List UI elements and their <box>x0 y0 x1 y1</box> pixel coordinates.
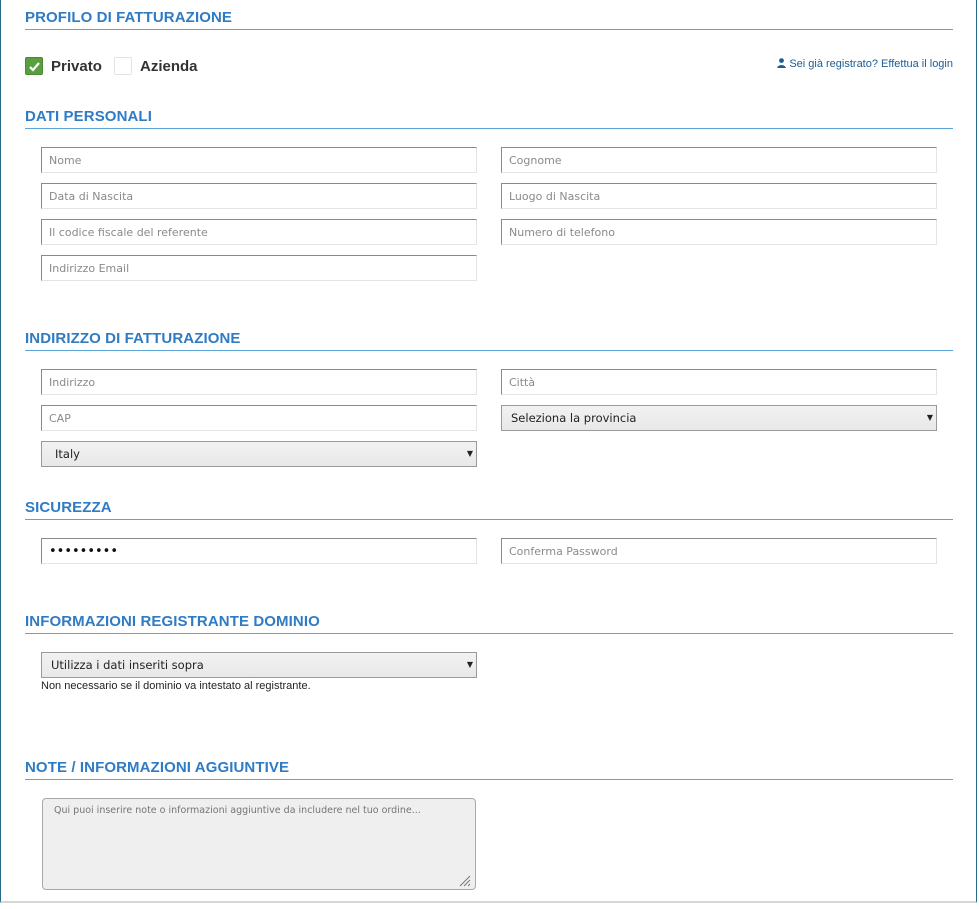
phone-input[interactable] <box>501 219 937 245</box>
birthplace-input[interactable] <box>501 183 937 209</box>
city-input[interactable] <box>501 369 937 395</box>
street-input[interactable] <box>41 369 477 395</box>
login-link[interactable]: Sei già registrato? Effettua il login <box>777 58 953 70</box>
section-title-security: SICUREZZA <box>25 499 953 520</box>
section-title-personal-data: DATI PERSONALI <box>25 108 953 129</box>
notes-textarea[interactable] <box>42 798 476 890</box>
section-title-notes: NOTE / INFORMAZIONI AGGIUNTIVE <box>25 759 953 780</box>
checkmark-icon <box>29 62 40 72</box>
country-select[interactable]: Italy ▼ <box>41 441 477 467</box>
user-icon <box>777 58 786 68</box>
confirm-password-input[interactable] <box>501 538 937 564</box>
section-title-registrant: INFORMAZIONI REGISTRANTE DOMINIO <box>25 613 953 634</box>
zip-input[interactable] <box>41 405 477 431</box>
name-input[interactable] <box>41 147 477 173</box>
surname-input[interactable] <box>501 147 937 173</box>
registrant-select[interactable]: Utilizza i dati inseriti sopra ▼ <box>41 652 477 678</box>
resize-grip-icon[interactable] <box>457 873 471 887</box>
password-input[interactable] <box>41 538 477 564</box>
company-label[interactable]: Azienda <box>140 58 198 75</box>
dropdown-arrow-icon: ▼ <box>926 413 933 422</box>
registrant-hint: Non necessario se il dominio va intestat… <box>41 680 311 692</box>
country-select-value: Italy <box>55 447 80 461</box>
email-input[interactable] <box>41 255 477 281</box>
province-select[interactable]: Seleziona la provincia ▼ <box>501 405 937 431</box>
dropdown-arrow-icon: ▼ <box>466 660 473 669</box>
birthdate-input[interactable] <box>41 183 477 209</box>
company-checkbox[interactable] <box>114 57 132 75</box>
province-select-value: Seleziona la provincia <box>511 411 637 425</box>
dropdown-arrow-icon: ▼ <box>466 449 473 458</box>
login-link-text: Sei già registrato? Effettua il login <box>789 58 953 70</box>
section-title-billing-profile: PROFILO DI FATTURAZIONE <box>25 9 953 30</box>
registrant-select-value: Utilizza i dati inseriti sopra <box>51 658 204 672</box>
fiscal-code-input[interactable] <box>41 219 477 245</box>
section-title-billing-address: INDIRIZZO DI FATTURAZIONE <box>25 330 953 351</box>
private-label[interactable]: Privato <box>51 58 102 75</box>
private-checkbox[interactable] <box>25 57 43 75</box>
